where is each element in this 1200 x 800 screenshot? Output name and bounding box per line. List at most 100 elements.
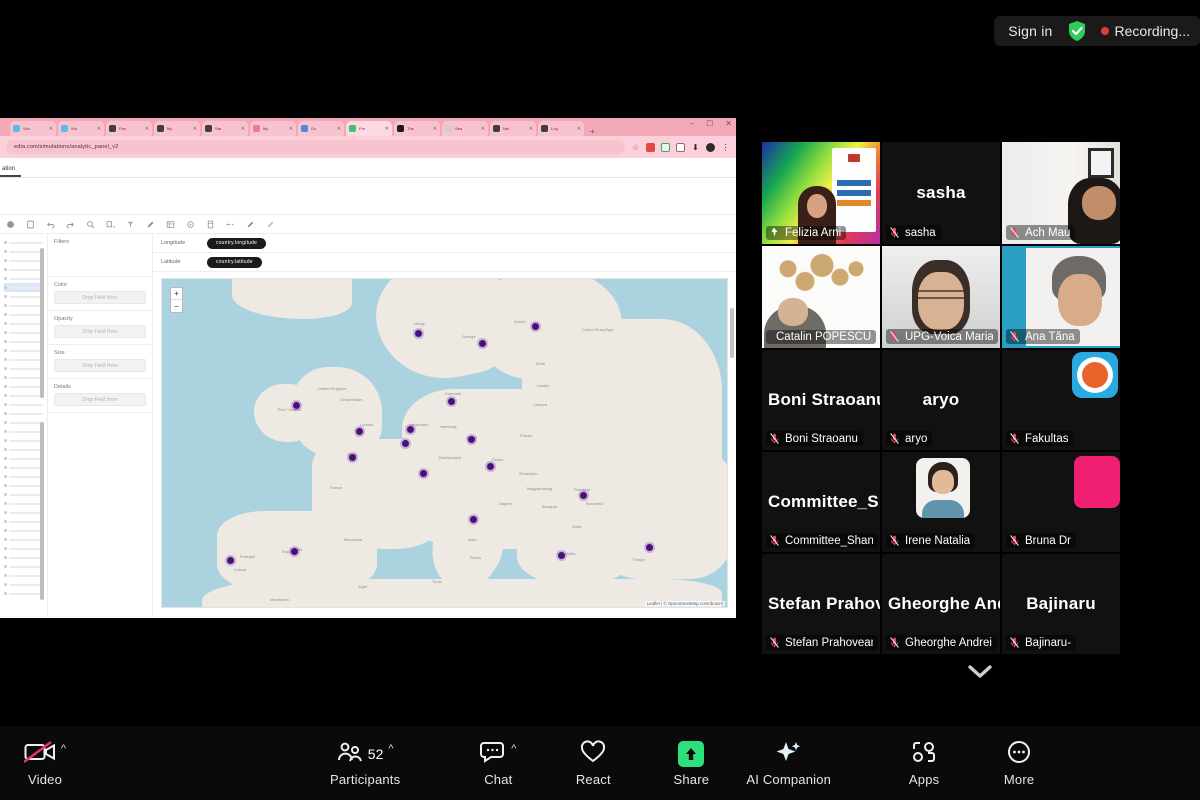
extension-green-icon[interactable] (661, 142, 670, 152)
shelf-details[interactable]: Details Drop Field Here (48, 379, 152, 408)
tab-close-icon[interactable]: ✕ (193, 126, 197, 132)
tab-close-icon[interactable]: ✕ (529, 126, 533, 132)
browser-tab[interactable]: Sea ✕ (442, 121, 488, 136)
chevron-up-icon[interactable]: ^ (388, 743, 393, 755)
toolbar-chat-button[interactable]: ^ Chat (471, 739, 525, 787)
chevron-up-icon[interactable]: ^ (61, 743, 66, 755)
field-list-item[interactable] (4, 571, 43, 580)
participant-tile[interactable]: Ach Mau (1002, 142, 1120, 244)
field-list-item[interactable] (4, 337, 43, 346)
field-list-item[interactable] (4, 481, 43, 490)
field-list-item[interactable] (4, 517, 43, 526)
participant-tile[interactable]: Fakultas (1002, 350, 1120, 450)
browser-tab[interactable]: The ✕ (394, 121, 440, 136)
field-list-item[interactable] (4, 580, 43, 589)
recording-indicator[interactable]: Recording... (1100, 23, 1190, 39)
browser-tab[interactable]: Go ✕ (298, 121, 344, 136)
field-list-item[interactable] (4, 310, 43, 319)
fields-scrollbar-top[interactable] (40, 248, 44, 398)
fields-scrollbar-bottom[interactable] (40, 422, 44, 600)
tab-close-icon[interactable]: ✕ (97, 126, 101, 132)
field-list-item[interactable] (4, 256, 43, 265)
highlight-icon[interactable] (246, 220, 255, 229)
browser-tab[interactable]: Fea ✕ (106, 121, 152, 136)
map-data-marker[interactable] (448, 398, 455, 405)
filter-icon[interactable] (126, 220, 135, 229)
toolbar-more-button[interactable]: More (992, 739, 1046, 787)
browser-tab[interactable]: My ✕ (154, 121, 200, 136)
field-list-item[interactable] (4, 553, 43, 562)
field-list-item[interactable] (4, 319, 43, 328)
participant-tile[interactable]: aryo aryo (882, 350, 1000, 450)
browser-tab[interactable]: Fm ✕ (346, 121, 392, 136)
shelf-size[interactable]: Size Drop Field Here (48, 345, 152, 374)
tab-close-icon[interactable]: ✕ (145, 126, 149, 132)
participant-tile[interactable]: Boni Straoanu Boni Straoanu (762, 350, 880, 450)
field-list-item[interactable] (4, 238, 43, 247)
map-data-marker[interactable] (580, 492, 587, 499)
shelf-dropzone[interactable]: Drop Field Here (54, 393, 146, 406)
profile-icon[interactable] (706, 142, 715, 152)
field-list-item[interactable] (4, 463, 43, 472)
tab-close-icon[interactable]: ✕ (385, 126, 389, 132)
field-list-item[interactable] (4, 292, 43, 301)
map-data-marker[interactable] (558, 552, 565, 559)
participant-tile[interactable]: Committee_Sha... Committee_Shannon (762, 452, 880, 552)
field-list-item[interactable] (4, 355, 43, 364)
field-list-item[interactable] (4, 400, 43, 409)
redo-icon[interactable] (66, 220, 75, 229)
tab-visualization[interactable]: ation (0, 166, 22, 177)
sign-in-button[interactable]: Sign in (1008, 23, 1052, 39)
field-list-item[interactable] (4, 535, 43, 544)
participant-tile[interactable]: sasha sasha (882, 142, 1000, 244)
field-list-item[interactable] (4, 436, 43, 445)
shelf-dropzone[interactable]: Drop Field Here (54, 359, 146, 372)
tab-close-icon[interactable]: ✕ (481, 126, 485, 132)
map-data-marker[interactable] (402, 440, 409, 447)
field-list-item[interactable] (4, 472, 43, 481)
participant-tile[interactable]: Bajinaru Bajinaru- (1002, 554, 1120, 654)
worksheet-scrollbar[interactable] (730, 308, 734, 358)
map-data-marker[interactable] (291, 548, 298, 555)
map-data-marker[interactable] (532, 323, 539, 330)
field-list-item[interactable] (4, 508, 43, 517)
tab-close-icon[interactable]: ✕ (433, 126, 437, 132)
map-data-marker[interactable] (415, 330, 422, 337)
field-pill[interactable]: country.latitude (207, 256, 262, 268)
field-list-item[interactable] (4, 391, 43, 400)
toolbar-apps-button[interactable]: Apps (897, 739, 951, 787)
map-data-marker[interactable] (293, 402, 300, 409)
field-list-item[interactable] (4, 274, 43, 283)
field-list-item[interactable] (4, 562, 43, 571)
shelf-opacity[interactable]: Opacity Drop Field Here (48, 311, 152, 340)
tab-close-icon[interactable]: ✕ (241, 126, 245, 132)
shelf-dropzone[interactable]: Drop Field Here (54, 291, 146, 304)
duplicate-icon[interactable] (106, 220, 115, 229)
tab-close-icon[interactable]: ✕ (577, 126, 581, 132)
field-list-item[interactable] (4, 328, 43, 337)
maximize-icon[interactable]: ☐ (706, 119, 713, 128)
field-list-item[interactable] (4, 418, 43, 427)
layout-icon[interactable] (206, 220, 215, 229)
participant-tile[interactable]: Bruna Dr (1002, 452, 1120, 552)
browser-tab[interactable]: Log ✕ (538, 121, 584, 136)
marker-icon[interactable] (266, 220, 275, 229)
export-icon[interactable] (26, 220, 35, 229)
map-data-marker[interactable] (470, 516, 477, 523)
map-data-marker[interactable] (468, 436, 475, 443)
table-icon[interactable] (166, 220, 175, 229)
shelf-filters[interactable]: Filters (48, 234, 152, 272)
toolbar-participants-button[interactable]: 52 ^ Participants (330, 739, 400, 787)
map-data-marker[interactable] (356, 428, 363, 435)
field-list-item[interactable] (4, 265, 43, 274)
field-list-item[interactable] (4, 526, 43, 535)
field-list-item[interactable] (4, 364, 43, 373)
toolbar-share-button[interactable]: Share (664, 739, 718, 787)
map-data-marker[interactable] (487, 463, 494, 470)
participant-tile[interactable]: Gheorghe Andrei Gheorghe Andrei (882, 554, 1000, 654)
extension-red-icon[interactable] (646, 142, 655, 152)
map-data-marker[interactable] (349, 454, 356, 461)
field-list-item[interactable] (4, 247, 43, 256)
minimize-icon[interactable]: – (690, 119, 694, 128)
map-data-marker[interactable] (227, 557, 234, 564)
